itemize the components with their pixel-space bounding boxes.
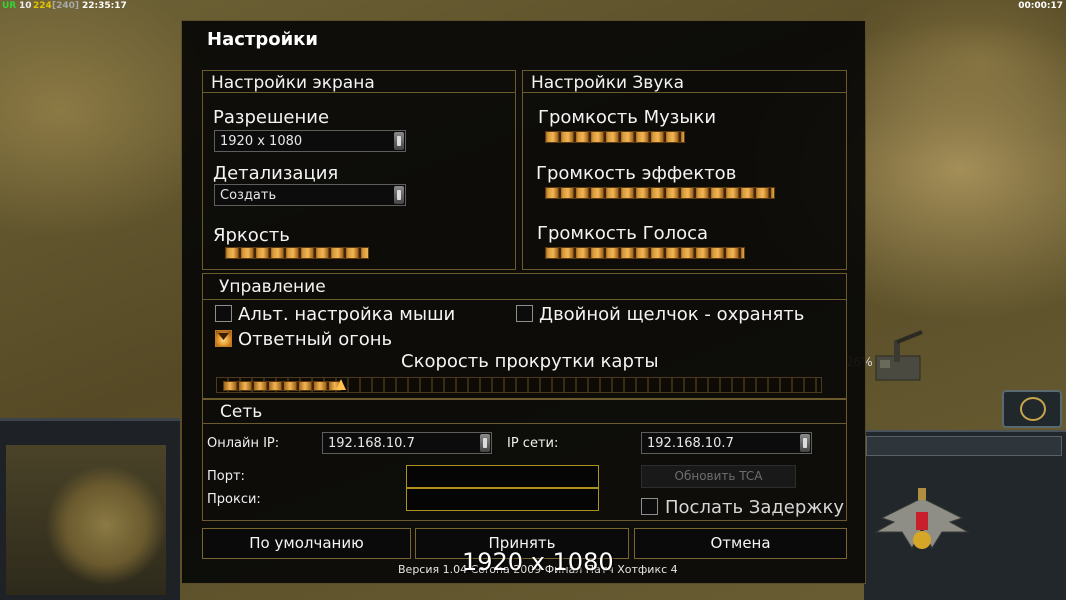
return-fire-label: Ответный огонь xyxy=(238,329,393,350)
detail-dropdown-arrow-icon[interactable] xyxy=(394,186,404,204)
music-volume-slider-fill xyxy=(545,131,685,143)
controls-header: Управление xyxy=(203,274,846,300)
lan-ip-dropdown-arrow-icon[interactable] xyxy=(800,434,810,452)
voice-volume-slider[interactable] xyxy=(545,247,879,259)
resolution-value: 1920 x 1080 xyxy=(220,134,303,149)
brightness-slider-fill xyxy=(225,247,369,259)
proxy-label: Прокси: xyxy=(207,492,261,507)
controls-title: Управление xyxy=(219,277,326,297)
effects-volume-slider[interactable] xyxy=(545,187,801,199)
online-ip-dropdown-arrow-icon[interactable] xyxy=(480,434,490,452)
scroll-speed-slider[interactable] xyxy=(216,377,822,393)
send-delay-checkbox[interactable] xyxy=(641,498,658,515)
screen-settings-group: Настройки экрана Разрешение 1920 x 1080 … xyxy=(202,70,516,270)
online-ip-value: 192.168.10.7 xyxy=(328,436,415,451)
resolution-dropdown-arrow-icon[interactable] xyxy=(394,132,404,150)
voice-volume-slider-fill xyxy=(545,247,745,259)
sound-settings-title: Настройки Звука xyxy=(531,73,685,93)
return-fire-checkbox[interactable] xyxy=(215,330,232,347)
music-volume-slider[interactable] xyxy=(545,131,855,143)
screen-settings-title: Настройки экрана xyxy=(211,73,375,93)
hud-power-max: [240] xyxy=(52,1,80,11)
lan-ip-value: 192.168.10.7 xyxy=(647,436,734,451)
defaults-button[interactable]: По умолчанию xyxy=(202,528,411,559)
hud-top-bar: UR 10 224 [240] 22:35:17 00:00:17 xyxy=(0,0,1066,12)
port-label: Порт: xyxy=(207,469,245,484)
double-click-guard-label: Двойной щелчок - охранять xyxy=(539,304,805,325)
compass-icon xyxy=(1020,397,1046,421)
sound-settings-group: Настройки Звука Громкость Музыки Громкос… xyxy=(522,70,847,270)
cancel-button[interactable]: Отмена xyxy=(634,528,847,559)
voice-volume-label: Громкость Голоса xyxy=(537,223,709,244)
detail-dropdown[interactable]: Создать xyxy=(214,184,406,206)
effects-volume-label: Громкость эффектов xyxy=(536,163,737,184)
sidebar-tab-bar[interactable] xyxy=(866,436,1062,456)
network-group: Сеть Онлайн IP: 192.168.10.7 IP сети: 19… xyxy=(202,399,847,521)
resolution-dropdown[interactable]: 1920 x 1080 xyxy=(214,130,406,152)
dialog-title: Настройки xyxy=(207,29,319,50)
faction-emblem-icon xyxy=(872,488,972,568)
network-title: Сеть xyxy=(220,402,263,422)
network-header: Сеть xyxy=(203,400,846,424)
hud-clock: 22:35:17 xyxy=(82,1,127,11)
scroll-speed-label: Скорость прокрутки карты xyxy=(401,351,659,372)
resolution-overlay: 1920 x 1080 xyxy=(462,548,614,576)
brightness-slider[interactable] xyxy=(225,247,385,259)
alt-mouse-label: Альт. настройка мыши xyxy=(238,304,456,325)
scroll-speed-slider-fill xyxy=(223,381,341,391)
hud-money: 10 xyxy=(19,1,32,11)
online-ip-label: Онлайн IP: xyxy=(207,436,280,451)
minimap-panel xyxy=(0,418,180,600)
effects-volume-slider-fill xyxy=(545,187,775,199)
brightness-label: Яркость xyxy=(213,225,290,246)
proxy-input[interactable] xyxy=(406,488,599,511)
resolution-label: Разрешение xyxy=(213,107,330,128)
minimap[interactable] xyxy=(6,445,166,595)
alt-mouse-checkbox[interactable] xyxy=(215,305,232,322)
port-input[interactable] xyxy=(406,465,599,488)
radar-button[interactable] xyxy=(1002,390,1062,428)
settings-dialog: Настройки Настройки экрана Разрешение 19… xyxy=(181,20,866,584)
detail-value: Создать xyxy=(220,188,277,203)
hud-game-timer: 00:00:17 xyxy=(1018,1,1063,11)
lan-ip-label: IP сети: xyxy=(507,436,559,451)
detail-label: Детализация xyxy=(213,163,339,184)
hud-player-tag: UR xyxy=(2,1,17,11)
music-volume-label: Громкость Музыки xyxy=(538,107,717,128)
lan-ip-dropdown[interactable]: 192.168.10.7 xyxy=(641,432,812,454)
scroll-speed-slider-thumb-icon[interactable] xyxy=(336,379,346,390)
sound-settings-header: Настройки Звука xyxy=(523,71,846,93)
send-delay-label: Послать Задержку xyxy=(665,497,845,518)
hud-power: 224 xyxy=(33,1,52,11)
screen-settings-header: Настройки экрана xyxy=(203,71,515,93)
update-tca-button[interactable]: Обновить TCA xyxy=(641,465,796,488)
online-ip-dropdown[interactable]: 192.168.10.7 xyxy=(322,432,492,454)
base-structure-icon xyxy=(872,330,928,386)
double-click-guard-checkbox[interactable] xyxy=(516,305,533,322)
